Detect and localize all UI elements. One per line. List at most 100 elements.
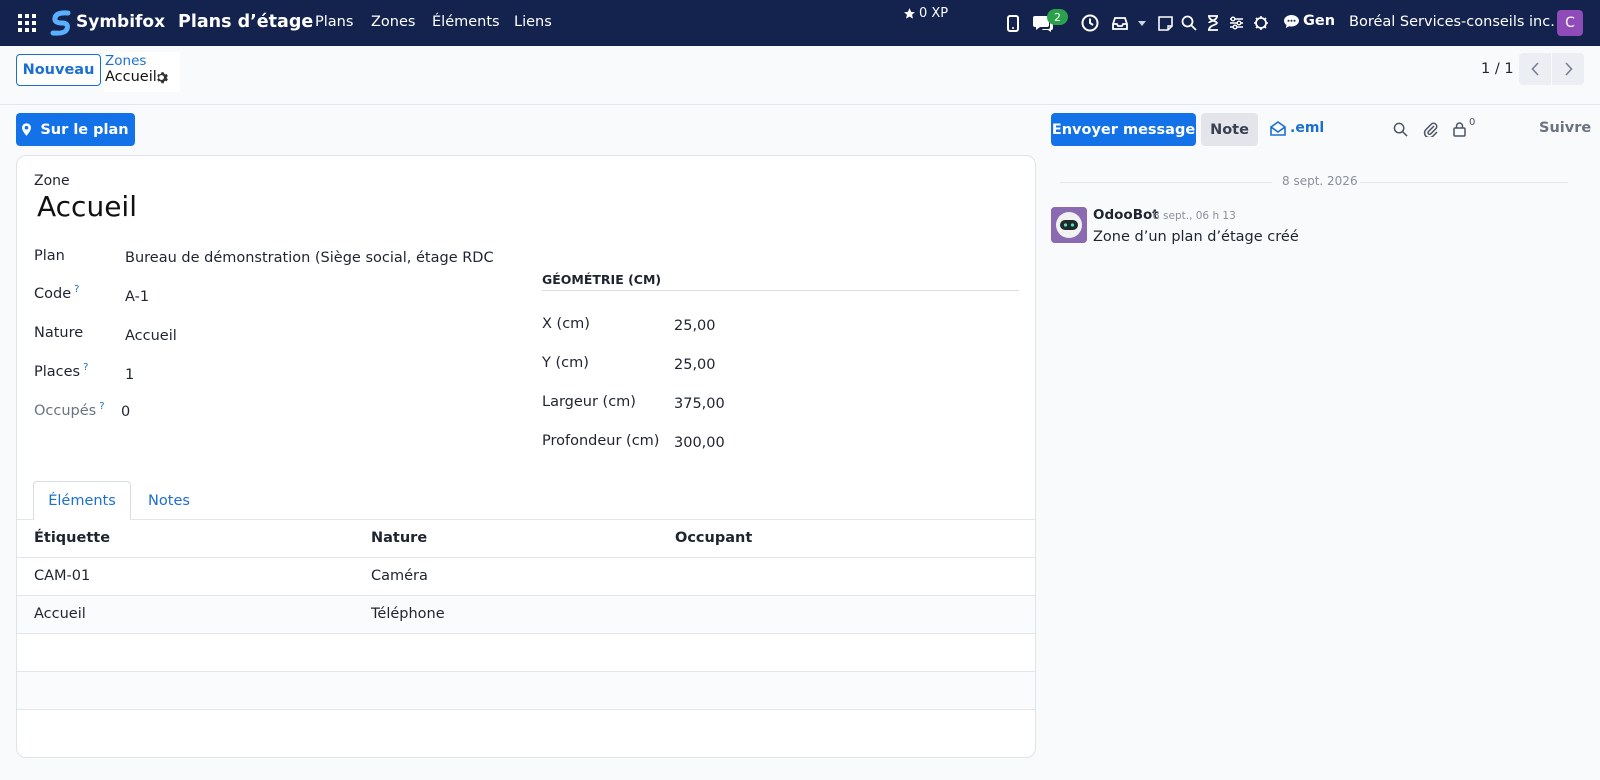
places-value[interactable]: 1 <box>125 367 134 383</box>
caret-down-icon[interactable] <box>1136 13 1148 33</box>
followers-lock-icon[interactable] <box>1449 119 1469 139</box>
depth-label: Profondeur (cm) <box>542 433 660 449</box>
x-label: X (cm) <box>542 316 590 332</box>
pager-previous[interactable] <box>1519 53 1551 85</box>
row-1-nature: Caméra <box>371 568 428 584</box>
geometry-group-title: GÉOMÉTRIE (CM) <box>542 272 662 287</box>
company-switcher[interactable]: Boréal Services-conseils inc. <box>1349 14 1555 30</box>
chatter-panel: Envoyer message Note .eml 0 Suivre 8 sep… <box>1042 105 1600 780</box>
top-navbar: Symbifox Plans d’étage Plans Zones Éléme… <box>0 0 1600 46</box>
empty-table-row <box>17 634 1035 671</box>
nature-value[interactable]: Accueil <box>125 328 177 344</box>
brand-logo-icon[interactable] <box>50 10 72 36</box>
follow-button[interactable]: Suivre <box>1539 120 1591 136</box>
breadcrumb-current: Accueil <box>105 69 157 85</box>
plan-value[interactable]: Bureau de démonstration (Siège social, é… <box>125 250 494 266</box>
sliders-icon[interactable] <box>1226 13 1246 33</box>
occupied-help-icon[interactable]: ? <box>99 401 104 412</box>
hourglass-icon[interactable] <box>1203 13 1223 33</box>
table-row[interactable]: Accueil Téléphone <box>17 596 1035 633</box>
row-2-label: Accueil <box>34 606 86 622</box>
xp-indicator[interactable]: 0 XP <box>903 6 948 21</box>
message-author[interactable]: OdooBot <box>1093 207 1159 223</box>
send-message-label: Envoyer message <box>1051 121 1196 138</box>
search-icon[interactable] <box>1179 13 1199 33</box>
new-button-label: Nouveau <box>22 62 95 78</box>
column-header-label[interactable]: Étiquette <box>34 530 110 546</box>
robot-avatar-icon <box>1051 207 1087 243</box>
comment-icon <box>1284 14 1299 28</box>
tab-notes-label: Notes <box>148 492 190 509</box>
places-label: Places <box>34 364 81 380</box>
pager-value[interactable]: 1 / 1 <box>1481 61 1514 77</box>
inbox-icon[interactable] <box>1110 13 1130 33</box>
log-note-button[interactable]: Note <box>1201 113 1258 146</box>
menu-plans[interactable]: Plans <box>315 14 353 30</box>
date-separator-line <box>1360 182 1568 183</box>
brand-name[interactable]: Symbifox <box>76 12 165 32</box>
user-avatar[interactable]: C <box>1557 10 1583 36</box>
phone-icon[interactable] <box>1003 13 1023 33</box>
places-help-icon[interactable]: ? <box>83 362 88 373</box>
xp-label: 0 XP <box>919 6 949 21</box>
occupied-label: Occupés <box>34 403 97 419</box>
column-header-occupant[interactable]: Occupant <box>675 530 752 546</box>
breadcrumb: Zones Accueil <box>104 52 180 92</box>
x-value[interactable]: 25,00 <box>674 318 716 334</box>
clock-icon[interactable] <box>1080 13 1100 33</box>
chevron-right-icon <box>1564 62 1573 76</box>
column-header-nature[interactable]: Nature <box>371 530 427 546</box>
table-row[interactable]: CAM-01 Caméra <box>17 558 1035 595</box>
gen-label: Gen <box>1303 13 1336 29</box>
message-body: Zone d’un plan d’étage créé <box>1093 229 1299 245</box>
paperclip-icon[interactable] <box>1420 119 1440 139</box>
empty-table-row <box>17 672 1035 709</box>
record-title[interactable]: Accueil <box>37 190 137 223</box>
record-type-label: Zone <box>34 173 70 189</box>
messages-badge[interactable]: 2 <box>1047 9 1068 25</box>
row-1-label: CAM-01 <box>34 568 91 584</box>
search-icon[interactable] <box>1390 119 1410 139</box>
width-label: Largeur (cm) <box>542 394 636 410</box>
bug-icon[interactable] <box>1251 13 1271 33</box>
eml-button[interactable]: .eml <box>1270 120 1324 136</box>
eml-label: .eml <box>1290 120 1325 136</box>
send-message-button[interactable]: Envoyer message <box>1051 113 1196 146</box>
apps-grid-icon[interactable] <box>16 12 38 34</box>
geometry-separator <box>542 290 1019 291</box>
date-separator: 8 sept. 2026 <box>1282 174 1358 188</box>
control-panel: Nouveau Zones Accueil 1 / 1 <box>0 46 1600 105</box>
tab-notes[interactable]: Notes <box>135 481 203 520</box>
places-label-wrap: Places? <box>34 362 88 380</box>
messages-count: 2 <box>1054 10 1061 24</box>
date-separator-line <box>1060 182 1272 183</box>
avatar-letter: C <box>1565 15 1575 31</box>
log-note-label: Note <box>1210 121 1249 138</box>
y-label: Y (cm) <box>542 355 589 371</box>
on-plan-button[interactable]: Sur le plan <box>16 113 135 146</box>
plan-label: Plan <box>34 248 65 264</box>
menu-links[interactable]: Liens <box>514 14 552 30</box>
form-sheet: Zone Accueil Plan Bureau de démonstratio… <box>16 155 1036 758</box>
breadcrumb-parent[interactable]: Zones <box>105 53 146 69</box>
on-plan-label: Sur le plan <box>40 121 129 138</box>
new-button[interactable]: Nouveau <box>16 54 101 86</box>
note-icon[interactable] <box>1155 13 1175 33</box>
message-time: 8 sept., 06 h 13 <box>1153 210 1236 222</box>
menu-elements[interactable]: Éléments <box>432 14 500 30</box>
code-help-icon[interactable]: ? <box>74 284 79 295</box>
code-value[interactable]: A-1 <box>125 289 149 305</box>
envelope-open-icon <box>1270 120 1286 136</box>
gen-assistant[interactable]: Gen <box>1284 13 1335 29</box>
gear-icon[interactable] <box>155 71 168 84</box>
map-pin-icon <box>22 123 32 136</box>
width-value[interactable]: 375,00 <box>674 396 725 412</box>
message-avatar[interactable] <box>1051 207 1087 243</box>
tab-elements[interactable]: Éléments <box>33 481 131 520</box>
table-divider <box>17 709 1035 710</box>
menu-zones[interactable]: Zones <box>371 14 415 30</box>
y-value[interactable]: 25,00 <box>674 357 716 373</box>
app-title[interactable]: Plans d’étage <box>178 12 313 32</box>
depth-value[interactable]: 300,00 <box>674 435 725 451</box>
pager-next[interactable] <box>1552 53 1584 85</box>
